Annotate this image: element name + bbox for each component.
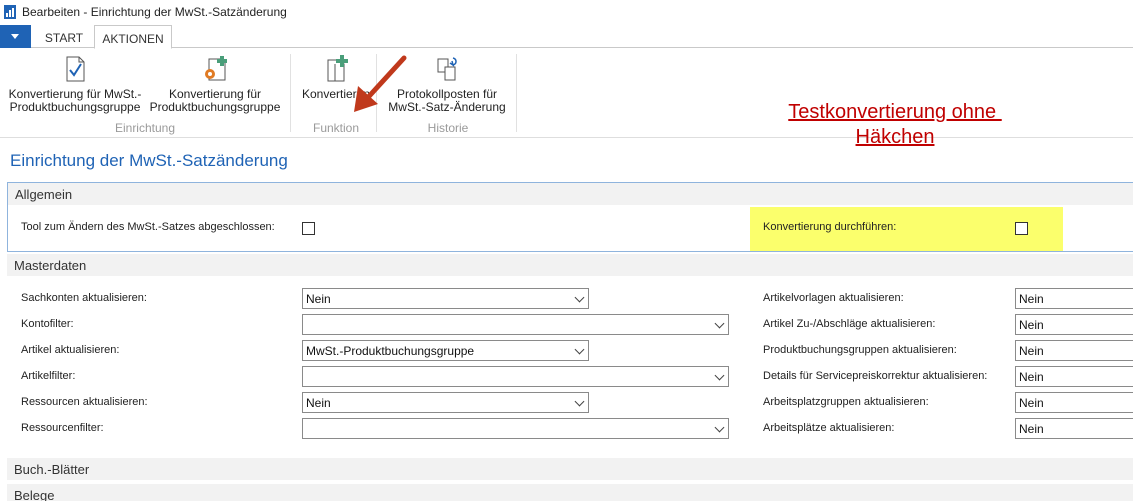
chevron-down-icon [574, 292, 585, 303]
group-separator [516, 54, 517, 132]
arbeitsplatzgruppen-label: Arbeitsplatzgruppen aktualisieren: [763, 396, 929, 408]
produktbuchungsgruppen-select[interactable]: Nein [1015, 340, 1133, 361]
tab-aktionen[interactable]: AKTIONEN [94, 25, 172, 49]
annotation-text: Testkonvertierung ohne Häkchen [740, 100, 1050, 150]
artikel-zu-abschlaege-select[interactable]: Nein [1015, 314, 1133, 335]
konvertierung-mwst-produktbuchungsgruppe-button[interactable]: Konvertierung für MwSt.- Produktbuchungs… [4, 48, 146, 114]
kontofilter-label: Kontofilter: [21, 318, 74, 330]
sachkonten-aktualisieren-select[interactable]: Nein [302, 288, 589, 309]
ressourcen-aktualisieren-select[interactable]: Nein [302, 392, 589, 413]
arbeitsplaetze-select[interactable]: Nein [1015, 418, 1133, 439]
chevron-down-icon [574, 396, 585, 407]
artikel-aktualisieren-label: Artikel aktualisieren: [21, 344, 120, 356]
artikel-zu-abschlaege-label: Artikel Zu-/Abschläge aktualisieren: [763, 318, 936, 330]
group-label-historie: Historie [427, 121, 469, 135]
tool-abgeschlossen-checkbox[interactable] [302, 222, 315, 235]
sachkonten-aktualisieren-label: Sachkonten aktualisieren: [21, 292, 147, 304]
group-label-einrichtung: Einrichtung [114, 121, 176, 135]
document-gear-icon [205, 56, 227, 81]
window-title: Bearbeiten - Einrichtung der MwSt.-Satzä… [22, 5, 287, 19]
arbeitsplaetze-label: Arbeitsplätze aktualisieren: [763, 422, 895, 434]
ressourcenfilter-input[interactable] [302, 418, 729, 439]
produktbuchungsgruppen-label: Produktbuchungsgruppen aktualisieren: [763, 344, 957, 356]
tool-abgeschlossen-label: Tool zum Ändern des MwSt.-Satzes abgesch… [21, 221, 275, 233]
servicepreiskorrektur-select[interactable]: Nein [1015, 366, 1133, 387]
file-menu-button[interactable] [0, 25, 31, 48]
dropdown-icon [11, 34, 19, 39]
artikelfilter-input[interactable] [302, 366, 729, 387]
select-value: MwSt.-Produktbuchungsgruppe [306, 344, 475, 358]
artikelvorlagen-aktualisieren-label: Artikelvorlagen aktualisieren: [763, 292, 904, 304]
artikelvorlagen-aktualisieren-select[interactable]: Nein [1015, 288, 1133, 309]
select-value: Nein [306, 292, 331, 306]
ressourcen-aktualisieren-label: Ressourcen aktualisieren: [21, 396, 148, 408]
chevron-down-icon [714, 318, 725, 329]
artikel-aktualisieren-select[interactable]: MwSt.-Produktbuchungsgruppe [302, 340, 589, 361]
konvertierung-mwst-label-2: Produktbuchungsgruppe [9, 100, 141, 114]
konvertierung-durchfuehren-label: Konvertierung durchführen: [763, 221, 897, 233]
arbeitsplatzgruppen-select[interactable]: Nein [1015, 392, 1133, 413]
konvertierung-produktbuchungsgruppe-button[interactable]: Konvertierung für Produktbuchungsgruppe [146, 48, 284, 114]
annotation-arrow-icon [354, 55, 407, 112]
annotation-line-2: Häkchen [855, 126, 935, 148]
ressourcenfilter-label: Ressourcenfilter: [21, 422, 104, 434]
document-check-icon [66, 56, 85, 82]
chevron-down-icon [714, 422, 725, 433]
konvertierung-prod-label-2: Produktbuchungsgruppe [149, 100, 281, 114]
select-value: Nein [306, 396, 331, 410]
chevron-down-icon [714, 370, 725, 381]
section-header-masterdaten[interactable]: Masterdaten [7, 254, 1133, 276]
section-header-buch-blaetter[interactable]: Buch.-Blätter [7, 458, 1133, 480]
tab-start[interactable]: START [36, 25, 92, 48]
page-title: Einrichtung der MwSt.-Satzänderung [10, 151, 288, 170]
section-header-allgemein[interactable]: Allgemein [8, 183, 1133, 205]
convert-document-icon [327, 55, 348, 82]
konvertierung-durchfuehren-checkbox[interactable] [1015, 222, 1028, 235]
section-header-belege[interactable]: Belege [7, 484, 1133, 501]
app-icon [4, 5, 16, 19]
chevron-down-icon [574, 344, 585, 355]
annotation-line-1: Testkonvertierung ohne [788, 101, 1002, 123]
servicepreiskorrektur-label: Details für Servicepreiskorrektur aktual… [763, 370, 988, 382]
ribbon-tabs: START AKTIONEN [0, 24, 1133, 49]
kontofilter-input[interactable] [302, 314, 729, 335]
window-titlebar: Bearbeiten - Einrichtung der MwSt.-Satzä… [0, 0, 1133, 24]
group-label-funktion: Funktion [312, 121, 360, 135]
log-entries-icon [437, 57, 457, 81]
group-separator [290, 54, 291, 132]
artikelfilter-label: Artikelfilter: [21, 370, 76, 382]
